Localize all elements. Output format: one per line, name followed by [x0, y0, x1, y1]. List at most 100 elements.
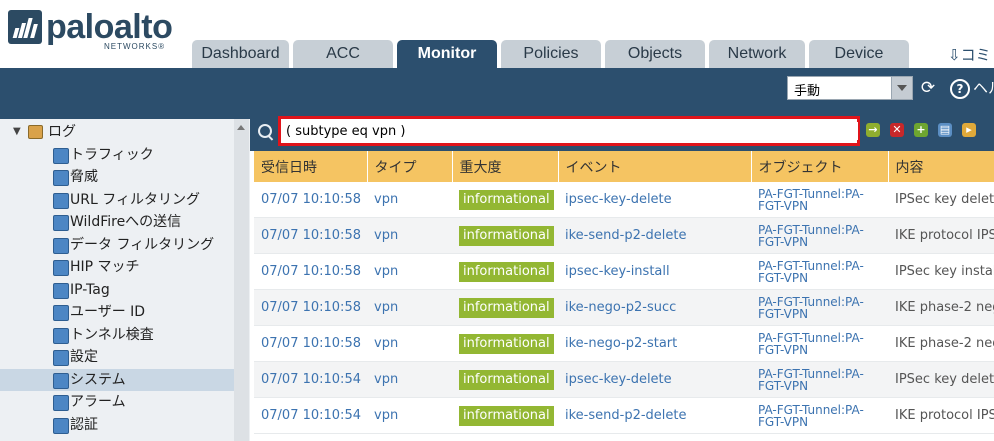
cell-time: 07/07 10:10:58	[254, 253, 367, 290]
cell-object: PA-FGT-Tunnel:PA-FGT-VPN	[751, 217, 888, 254]
cell-event: ipsec-key-install	[558, 253, 751, 290]
sidebar-item-hip-match[interactable]: HIP マッチ	[0, 256, 234, 279]
cell-time: 07/07 10:10:58	[254, 289, 367, 326]
sidebar-item-url-filtering[interactable]: URL フィルタリング	[0, 189, 234, 212]
wildfire-icon	[53, 215, 69, 231]
tab-acc[interactable]: ACC	[293, 40, 393, 68]
sidebar-item-label: トンネル検査	[70, 326, 154, 343]
table-row[interactable]: 07/07 10:10:58 vpn informational ipsec-k…	[254, 253, 994, 290]
table-row[interactable]: 07/07 10:10:58 vpn informational ike-neg…	[254, 289, 994, 326]
top-header: paloalto NETWORKS® Dashboard ACC Monitor…	[0, 0, 994, 68]
cell-type: vpn	[367, 361, 452, 398]
tree-root-label: ログ	[48, 124, 76, 140]
config-log-icon	[53, 350, 69, 366]
column-header[interactable]: 重大度	[452, 151, 559, 182]
tab-device[interactable]: Device	[809, 40, 909, 68]
cell-description: IPSec key delete	[888, 361, 994, 398]
search-icon	[258, 124, 272, 138]
threat-log-icon	[53, 170, 69, 186]
sidebar-item-label: 認証	[70, 416, 98, 433]
sidebar-item-authentication[interactable]: 認証	[0, 414, 234, 437]
sidebar-item-wildfire[interactable]: WildFireへの送信	[0, 211, 234, 234]
hip-match-icon	[53, 260, 69, 276]
cell-time: 07/07 10:10:54	[254, 361, 367, 398]
authentication-icon	[53, 417, 69, 434]
log-sidebar: ▼ ログ トラフィック 脅威 URL フィルタリング WildFireへの送信 …	[0, 111, 250, 441]
sidebar-scrollbar[interactable]	[234, 119, 249, 441]
sidebar-item-ip-tag[interactable]: IP-Tag	[0, 279, 234, 302]
tree-root-logs[interactable]: ▼ ログ	[0, 121, 234, 144]
severity-badge: informational	[459, 261, 554, 282]
table-row[interactable]: 07/07 10:10:58 vpn informational ike-sen…	[254, 217, 994, 254]
cell-type: vpn	[367, 217, 452, 254]
sidebar-item-system[interactable]: システム	[0, 368, 234, 391]
sidebar-item-label: URL フィルタリング	[70, 191, 200, 208]
sidebar-item-alarm[interactable]: アラーム	[0, 391, 234, 414]
add-filter-icon[interactable]: +	[914, 123, 928, 137]
cell-time: 07/07 10:10:58	[254, 182, 367, 218]
sidebar-item-threat[interactable]: 脅威	[0, 166, 234, 189]
sidebar-item-label: トラフィック	[70, 146, 154, 163]
expand-triangle-icon[interactable]: ▼	[13, 121, 21, 143]
sidebar-item-label: アラーム	[70, 394, 126, 410]
ip-tag-icon	[53, 282, 69, 299]
scroll-up-icon[interactable]	[237, 125, 245, 130]
help-link[interactable]: ?ヘル	[950, 77, 994, 99]
table-row[interactable]: 07/07 10:10:54 vpn informational ipsec-k…	[254, 361, 994, 398]
tab-network[interactable]: Network	[709, 40, 805, 68]
sidebar-item-traffic[interactable]: トラフィック	[0, 144, 234, 167]
severity-badge: informational	[459, 369, 554, 390]
refresh-icon[interactable]: ⟳	[918, 78, 938, 98]
sidebar-item-label: 脅威	[70, 169, 98, 185]
refresh-mode-select[interactable]: 手動	[787, 76, 913, 100]
table-row[interactable]: 07/07 10:10:54 vpn informational ike-sen…	[254, 397, 994, 434]
column-header[interactable]: 内容	[888, 151, 994, 182]
cell-description: IKE protocol IPS	[888, 397, 994, 434]
cell-description: IKE phase-2 neg	[888, 289, 994, 326]
table-row[interactable]: 07/07 10:10:58 vpn informational ipsec-k…	[254, 182, 994, 218]
apply-filter-icon[interactable]: →	[866, 123, 880, 137]
column-header[interactable]: 受信日時	[254, 151, 368, 182]
tab-dashboard[interactable]: Dashboard	[192, 40, 289, 68]
sidebar-item-label: WildFireへの送信	[70, 214, 182, 230]
sidebar-item-label: システム	[70, 371, 126, 388]
severity-badge: informational	[459, 333, 554, 354]
cell-object: PA-FGT-Tunnel:PA-FGT-VPN	[751, 397, 888, 434]
save-filter-icon[interactable]: ▤	[938, 123, 952, 137]
cell-object: PA-FGT-Tunnel:PA-FGT-VPN	[751, 253, 888, 290]
table-row[interactable]: 07/07 10:10:58 vpn informational ike-neg…	[254, 325, 994, 362]
sidebar-item-tunnel-inspection[interactable]: トンネル検査	[0, 324, 234, 347]
cell-type: vpn	[367, 182, 452, 218]
cell-time: 07/07 10:10:54	[254, 397, 367, 434]
cell-event: ipsec-key-delete	[558, 182, 751, 218]
tab-policies[interactable]: Policies	[501, 40, 601, 68]
severity-badge: informational	[459, 297, 554, 318]
load-filter-icon[interactable]: ▸	[962, 123, 976, 137]
cell-description: IPSec key install	[888, 253, 994, 290]
sidebar-item-config[interactable]: 設定	[0, 346, 234, 369]
tab-objects[interactable]: Objects	[605, 40, 705, 68]
tab-monitor[interactable]: Monitor	[397, 40, 497, 68]
sidebar-item-data-filtering[interactable]: データ フィルタリング	[0, 234, 234, 257]
cell-severity: informational	[452, 361, 558, 398]
logo-mark-icon	[8, 10, 42, 44]
commit-link[interactable]: ⇩コミ	[948, 44, 991, 65]
column-header[interactable]: イベント	[558, 151, 752, 182]
clear-filter-icon[interactable]: ✕	[890, 123, 904, 137]
system-log-icon	[53, 372, 69, 389]
column-header[interactable]: オブジェクト	[751, 151, 889, 182]
cell-description: IKE protocol IPS	[888, 217, 994, 254]
sidebar-item-user-id[interactable]: ユーザー ID	[0, 301, 234, 324]
sidebar-item-label: IP-Tag	[70, 281, 110, 298]
column-header[interactable]: タイプ	[367, 151, 453, 182]
filter-highlight	[278, 116, 860, 146]
cell-description: IPSec key delete	[888, 182, 994, 218]
cell-severity: informational	[452, 397, 558, 434]
cell-event: ike-send-p2-delete	[558, 217, 751, 254]
cell-type: vpn	[367, 289, 452, 326]
cell-severity: informational	[452, 217, 558, 254]
chevron-down-icon[interactable]	[891, 77, 912, 99]
cell-time: 07/07 10:10:58	[254, 325, 367, 362]
filter-input[interactable]	[284, 122, 858, 140]
cell-object: PA-FGT-Tunnel:PA-FGT-VPN	[751, 182, 888, 218]
